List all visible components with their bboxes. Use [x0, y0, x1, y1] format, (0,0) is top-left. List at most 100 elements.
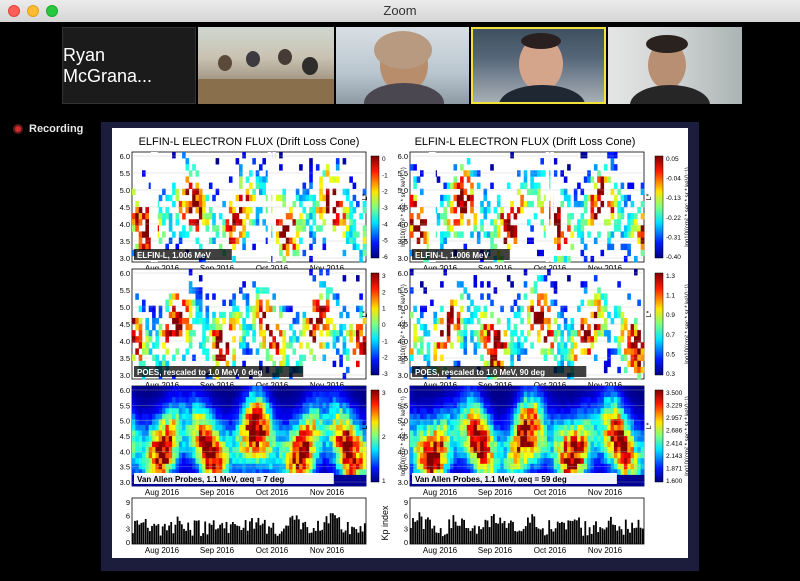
panel-label: Van Allen Probes, 1.1 MeV, αeq = 59 deg — [415, 475, 567, 484]
colorbar-tick-label: 0.7 — [666, 332, 675, 339]
l-tick-label: 3.0 — [120, 478, 130, 487]
colorbar — [370, 389, 380, 483]
month-tick-label: Sep 2016 — [478, 488, 513, 497]
kp-index-panel-0: 9 6 3 0 Aug 2016 Sep 2016 Oct 2016 Nov 2016 — [126, 497, 367, 555]
month-tick-label: Oct 2016 — [534, 488, 567, 497]
l-tick-label: 3.5 — [398, 237, 408, 246]
kp-tick-label: 9 — [126, 498, 130, 507]
kp-tick-label: 3 — [404, 525, 408, 534]
panel-label: Van Allen Probes, 1.1 MeV, αeq = 7 deg — [137, 475, 284, 484]
month-tick-label: Oct 2016 — [534, 546, 567, 555]
colorbar-tick-label: 2 — [382, 289, 386, 296]
colorbar-units-label: log10((cm² * sec * sr * keV)⁻¹) — [685, 396, 688, 476]
lstar-axis-label: L* — [646, 422, 653, 429]
colorbar-tick-label: -6 — [382, 254, 388, 261]
colorbar-tick-label: 3 — [382, 273, 386, 280]
colorbar-tick-label: 2.414 — [666, 440, 683, 447]
participant-video-5[interactable] — [608, 27, 742, 104]
participant-video-3[interactable] — [336, 27, 469, 104]
spectrogram-panel-3: 6.05.55.04.54.03.53.0Aug 2016 Sep 2016 Oct… — [398, 268, 691, 390]
colorbar-tick-label: 0.05 — [666, 156, 679, 163]
colorbar-tick-label: 1.1 — [666, 293, 675, 300]
l-tick-label: 3.5 — [120, 354, 130, 363]
shared-slide: ELFIN-L ELECTRON FLUX (Drift Loss Cone) E… — [112, 128, 691, 558]
colorbar-tick-label: 1 — [382, 478, 386, 485]
panel-label: POES, rescaled to 1.0 MeV, 90 deg — [415, 368, 545, 377]
l-tick-label: 4.0 — [398, 447, 408, 456]
l-tick-label: 4.0 — [120, 337, 130, 346]
l-tick-label: 4.5 — [120, 432, 130, 441]
l-tick-label: 5.0 — [120, 417, 130, 426]
colorbar-tick-label: -0.31 — [666, 234, 681, 241]
l-tick-label: 3.5 — [398, 463, 408, 472]
spectrogram-panel-2: 6.05.55.04.54.03.53.0Aug 2016 Sep 2016 Oct… — [120, 268, 407, 390]
window-titlebar: Zoom — [0, 0, 800, 23]
lstar-axis-label: L* — [362, 422, 369, 429]
l-tick-label: 3.0 — [120, 371, 130, 380]
colorbar-tick-label: -2 — [382, 355, 388, 362]
lstar-axis-label: L* — [646, 310, 653, 317]
l-tick-label: 3.5 — [120, 237, 130, 246]
l-tick-label: 6.0 — [398, 386, 408, 395]
l-tick-label: 4.5 — [398, 203, 408, 212]
spectrogram-panel-4: 6.0 5.5 5.0 4.5 4.0 3.5 3.0 Aug 2016 Sep 2016 Oct… — [120, 385, 407, 497]
recording-dot-icon — [13, 124, 23, 134]
colorbar-tick-label: -4 — [382, 221, 388, 228]
colorbar-tick-label: 1.600 — [666, 478, 683, 485]
month-tick-label: Nov 2016 — [588, 488, 623, 497]
colorbar-tick-label: 0 — [382, 156, 386, 163]
l-tick-label: 3.0 — [398, 478, 408, 487]
recording-label: Recording — [29, 123, 84, 135]
l-tick-label: 3.0 — [398, 254, 408, 263]
colorbar — [370, 155, 380, 259]
panel-label: POES, rescaled to 1.0 MeV, 0 deg — [137, 368, 263, 377]
left-figure-title: ELFIN-L ELECTRON FLUX (Drift Loss Cone) — [139, 136, 360, 148]
l-tick-label: 4.5 — [398, 432, 408, 441]
colorbar-tick-label: 3.500 — [666, 390, 683, 397]
colorbar — [654, 155, 664, 259]
participant-video-room[interactable] — [198, 27, 334, 104]
l-tick-label: 5.0 — [120, 186, 130, 195]
kp-tick-label: 9 — [404, 498, 408, 507]
panel-label: ELFIN-L, 1.006 MeV — [415, 251, 489, 260]
l-tick-label: 6.0 — [398, 152, 408, 161]
colorbar-tick-label: 1 — [382, 306, 386, 313]
month-tick-label: Nov 2016 — [310, 488, 345, 497]
recording-indicator[interactable]: Recording — [13, 123, 83, 135]
colorbar-tick-label: 1.3 — [666, 273, 675, 280]
l-tick-label: 5.5 — [120, 401, 130, 410]
colorbar — [654, 389, 664, 483]
kp-index-panel-1: 9 6 3 0 Aug 2016 Sep 2016 Oct 2016 Nov 2016 — [404, 497, 645, 555]
colorbar — [370, 272, 380, 376]
colorbar-tick-label: -3 — [382, 371, 388, 378]
month-tick-label: Aug 2016 — [423, 488, 458, 497]
colorbar-tick-label: 2.143 — [666, 453, 683, 460]
participant-video-active-speaker[interactable] — [471, 27, 606, 104]
l-tick-label: 3.5 — [120, 463, 130, 472]
l-tick-label: 5.0 — [120, 303, 130, 312]
month-tick-label: Nov 2016 — [588, 546, 623, 555]
kp-axis-label: Kp index — [380, 505, 390, 541]
month-tick-label: Aug 2016 — [145, 488, 180, 497]
participant-tile-name-only[interactable]: Ryan McGrana... — [62, 27, 196, 104]
panel-label: ELFIN-L, 1.006 MeV — [137, 251, 211, 260]
l-tick-label: 4.5 — [120, 203, 130, 212]
spectrogram-panel-1: 6.05.55.04.54.03.53.0Aug 2016 Sep 2016 Oct… — [398, 151, 691, 273]
colorbar-tick-label: -2 — [382, 189, 388, 196]
colorbar-units-label: log10((cm² * sec * sr * keV)⁻¹) — [685, 284, 688, 364]
spectrogram-panel-0: 6.05.55.04.54.03.53.0Aug 2016 Sep 2016 Oct… — [120, 151, 407, 273]
l-tick-label: 5.0 — [398, 303, 408, 312]
kp-tick-label: 6 — [404, 511, 408, 520]
month-tick-label: Aug 2016 — [145, 546, 180, 555]
colorbar-tick-label: 2.957 — [666, 415, 683, 422]
colorbar-tick-label: 3 — [382, 390, 386, 397]
lstar-axis-label: L* — [646, 193, 653, 200]
l-tick-label: 5.0 — [398, 186, 408, 195]
slide-figure: ELFIN-L ELECTRON FLUX (Drift Loss Cone) E… — [120, 136, 691, 555]
colorbar-tick-label: 2 — [382, 434, 386, 441]
colorbar-units-label: log10((cm² * sec * sr * keV)⁻¹) — [685, 167, 688, 247]
l-tick-label: 5.5 — [398, 401, 408, 410]
month-tick-label: Sep 2016 — [200, 488, 235, 497]
colorbar-tick-label: -0.13 — [666, 195, 681, 202]
colorbar-tick-label: -1 — [382, 338, 388, 345]
